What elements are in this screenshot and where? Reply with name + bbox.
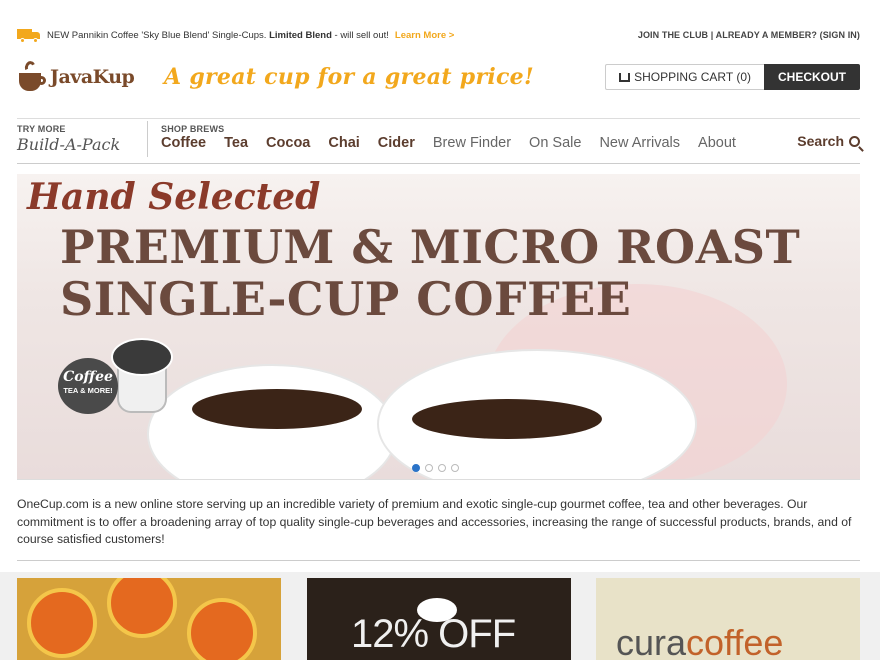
promo-bar: NEW Pannikin Coffee 'Sky Blue Blend' Sin… [17,26,860,44]
cup-logo-icon [17,59,47,95]
kcup-image-2 [107,578,177,638]
nav-coffee[interactable]: Coffee [161,135,206,151]
promo-card-cura[interactable]: curacoffee [596,578,860,660]
hero-title-line1: PREMIUM & MICRO ROAST [60,220,801,274]
nav-on-sale[interactable]: On Sale [529,135,581,151]
promo-card-kcups[interactable] [17,578,281,660]
carousel-dot-4[interactable] [451,464,459,472]
account-links[interactable]: JOIN THE CLUB | ALREADY A MEMBER? (SIGN … [638,30,860,40]
shopping-cart-button[interactable]: SHOPPING CART (0) [605,64,764,90]
main-nav: TRY MORE Build-A-Pack SHOP BREWS Coffee … [17,118,860,164]
carousel-dot-3[interactable] [438,464,446,472]
nav-brew-finder[interactable]: Brew Finder [433,135,511,151]
checkout-button[interactable]: CHECKOUT [764,64,860,90]
shop-brews: SHOP BREWS Coffee Tea Cocoa Chai Cider B… [148,121,754,151]
nav-cocoa[interactable]: Cocoa [266,135,310,151]
truck-icon [17,28,42,43]
coffee-right-shape [412,399,602,439]
kcup-image-1 [27,588,97,658]
carousel-dot-1[interactable] [412,464,420,472]
hero-banner[interactable]: Hand Selected PREMIUM & MICRO ROAST SING… [17,174,860,480]
search-icon [849,135,860,147]
discount-text: 12% OFF [351,612,516,656]
cart-label: SHOPPING CART (0) [634,70,751,84]
cart-area: SHOPPING CART (0) CHECKOUT [605,64,860,90]
hero-script: Hand Selected [27,176,321,218]
carousel-dots [412,464,459,472]
tagline: A great cup for a great price! [164,64,534,90]
hero-title-line2: SINGLE-CUP COFFEE [60,272,632,326]
coffee-left-shape [192,389,362,429]
search-label: Search [797,133,844,149]
cart-icon [619,72,631,82]
promo-tiles: 12% OFF curacoffee [0,572,880,660]
kcup-image-3 [187,598,257,660]
cura-coffee-logo: curacoffee [616,622,784,660]
try-more-label: TRY MORE [17,124,66,134]
intro-text: OneCup.com is a new online store serving… [17,497,852,546]
build-a-pack-link[interactable]: TRY MORE Build-A-Pack [17,121,148,157]
nav-links: Coffee Tea Cocoa Chai Cider Brew Finder … [161,135,754,151]
coffee-badge: Coffee TEA & MORE! [58,358,118,414]
search-button[interactable]: Search [797,133,860,149]
badge-subtitle: TEA & MORE! [63,386,113,395]
logo[interactable]: JavaKup [17,59,142,95]
carousel-dot-2[interactable] [425,464,433,472]
nav-chai[interactable]: Chai [328,135,359,151]
promo-card-discount[interactable]: 12% OFF [307,578,571,660]
kcup-lid-icon [111,338,173,376]
shop-brews-label: SHOP BREWS [161,124,225,134]
build-a-pack-label: Build-A-Pack [17,135,121,154]
badge-title: Coffee [63,369,113,385]
divider [17,560,860,561]
logo-text: JavaKup [50,66,135,88]
promo-text: NEW Pannikin Coffee 'Sky Blue Blend' Sin… [47,29,389,41]
nav-cider[interactable]: Cider [378,135,415,151]
nav-new-arrivals[interactable]: New Arrivals [599,135,680,151]
learn-more-link[interactable]: Learn More > [395,30,454,41]
site-header: JavaKup A great cup for a great price! S… [17,56,860,98]
nav-about[interactable]: About [698,135,736,151]
nav-tea[interactable]: Tea [224,135,248,151]
